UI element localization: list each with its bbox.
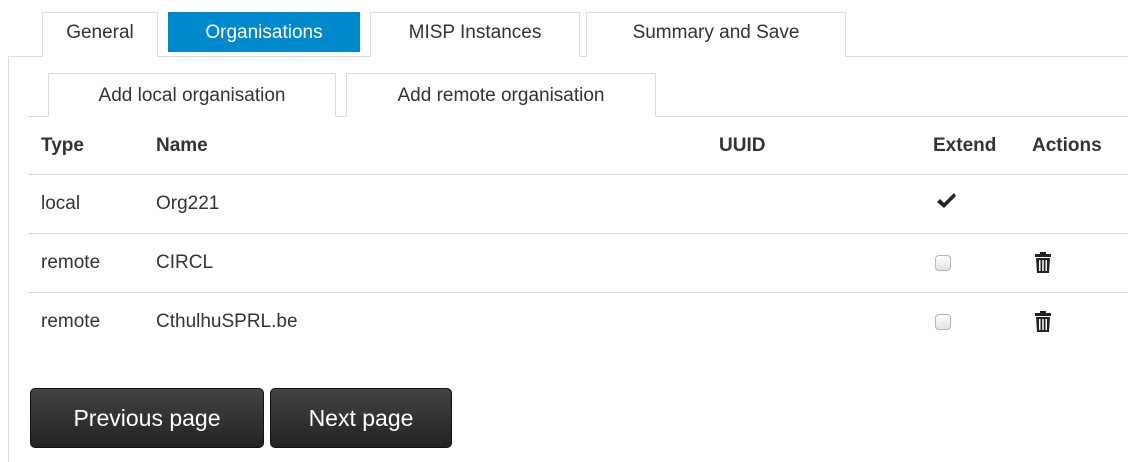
- extend-checkbox[interactable]: [935, 255, 951, 271]
- cell-name: CthulhuSPRL.be: [156, 292, 719, 351]
- cell-type: remote: [28, 233, 156, 293]
- column-header-name: Name: [156, 134, 208, 156]
- cell-name: Org221: [156, 174, 719, 234]
- table-row: remote CthulhuSPRL.be: [28, 292, 1128, 351]
- cell-actions: [1032, 233, 1128, 293]
- table-row: remote CIRCL: [28, 233, 1128, 293]
- top-tab-bar: General Organisations MISP Instances Sum…: [8, 0, 1128, 57]
- tab-general[interactable]: General: [42, 12, 158, 57]
- cell-extend: [933, 174, 1032, 234]
- subtab-add-local-organisation[interactable]: Add local organisation: [48, 73, 336, 117]
- cell-actions: [1032, 174, 1128, 234]
- cell-uuid: [719, 233, 933, 293]
- sub-tab-bar: Add local organisation Add remote organi…: [28, 73, 1128, 117]
- cell-actions: [1032, 292, 1128, 351]
- cell-uuid: [719, 174, 933, 234]
- checkmark-icon: [935, 190, 957, 212]
- column-header-uuid: UUID: [719, 134, 766, 156]
- cell-uuid: [719, 292, 933, 351]
- tab-misp-instances[interactable]: MISP Instances: [370, 12, 580, 57]
- content-frame-border: [8, 56, 9, 462]
- cell-extend: [933, 233, 1032, 293]
- column-header-actions: Actions: [1032, 134, 1102, 156]
- table-row: local Org221: [28, 174, 1128, 234]
- tab-summary-and-save[interactable]: Summary and Save: [586, 12, 846, 57]
- trash-icon[interactable]: [1034, 311, 1052, 333]
- cell-type: remote: [28, 292, 156, 351]
- column-header-extend: Extend: [933, 134, 997, 156]
- cell-type: local: [28, 174, 156, 234]
- cell-name: CIRCL: [156, 233, 719, 293]
- cell-extend: [933, 292, 1032, 351]
- column-header-type: Type: [41, 134, 84, 156]
- trash-icon[interactable]: [1034, 252, 1052, 274]
- extend-checkbox[interactable]: [935, 314, 951, 330]
- tab-organisations[interactable]: Organisations: [168, 12, 360, 52]
- previous-page-button[interactable]: Previous page: [30, 388, 264, 448]
- subtab-add-remote-organisation[interactable]: Add remote organisation: [346, 73, 656, 117]
- next-page-button[interactable]: Next page: [270, 388, 452, 448]
- table-header-row: Type Name UUID Extend Actions: [28, 117, 1128, 175]
- organisations-table: Type Name UUID Extend Actions local Org2…: [28, 117, 1128, 351]
